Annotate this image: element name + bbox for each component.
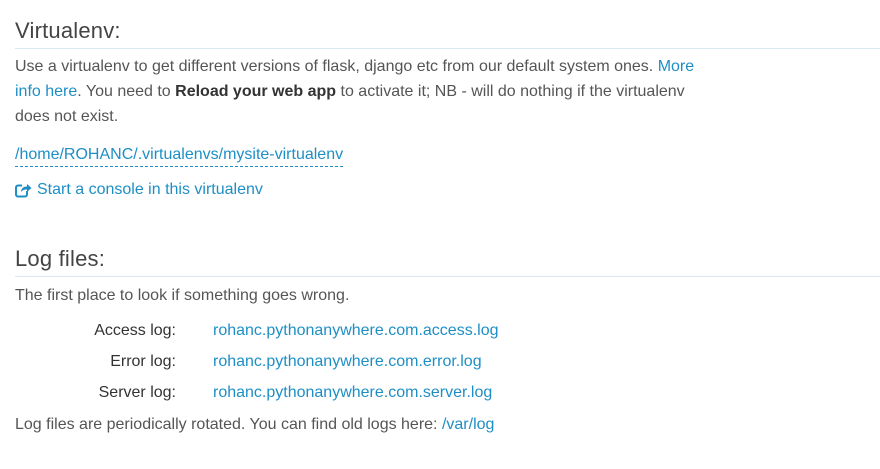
access-log-label: Access log: xyxy=(94,322,176,339)
log-rotation-text: Log files are periodically rotated. You … xyxy=(15,416,442,433)
virtualenv-description: Use a virtualenv to get different versio… xyxy=(15,54,705,129)
error-log-label: Error log: xyxy=(110,353,176,370)
virtualenv-path-editable[interactable]: /home/ROHANC/.virtualenvs/mysite-virtual… xyxy=(15,145,344,167)
log-files-intro: The first place to look if something goe… xyxy=(15,287,350,304)
virtualenv-desc-text-2: . You need to xyxy=(77,83,176,100)
external-link-icon xyxy=(15,182,32,198)
var-log-link[interactable]: /var/log xyxy=(442,416,494,433)
log-files-divider xyxy=(15,276,880,277)
start-console-link[interactable]: Start a console in this virtualenv xyxy=(15,181,263,199)
virtualenv-divider xyxy=(15,48,880,49)
start-console-label: Start a console in this virtualenv xyxy=(37,181,263,198)
server-log-link[interactable]: rohanc.pythonanywhere.com.server.log xyxy=(213,381,492,405)
server-log-label: Server log: xyxy=(98,384,176,401)
error-log-link[interactable]: rohanc.pythonanywhere.com.error.log xyxy=(213,350,482,374)
log-files-heading: Log files: xyxy=(15,246,106,271)
log-rotation-note: Log files are periodically rotated. You … xyxy=(15,413,494,437)
access-log-link[interactable]: rohanc.pythonanywhere.com.access.log xyxy=(213,319,499,343)
reload-web-app-text: Reload your web app xyxy=(175,83,337,100)
virtualenv-desc-text-1: Use a virtualenv to get different versio… xyxy=(15,58,658,75)
virtualenv-heading: Virtualenv: xyxy=(15,18,121,43)
